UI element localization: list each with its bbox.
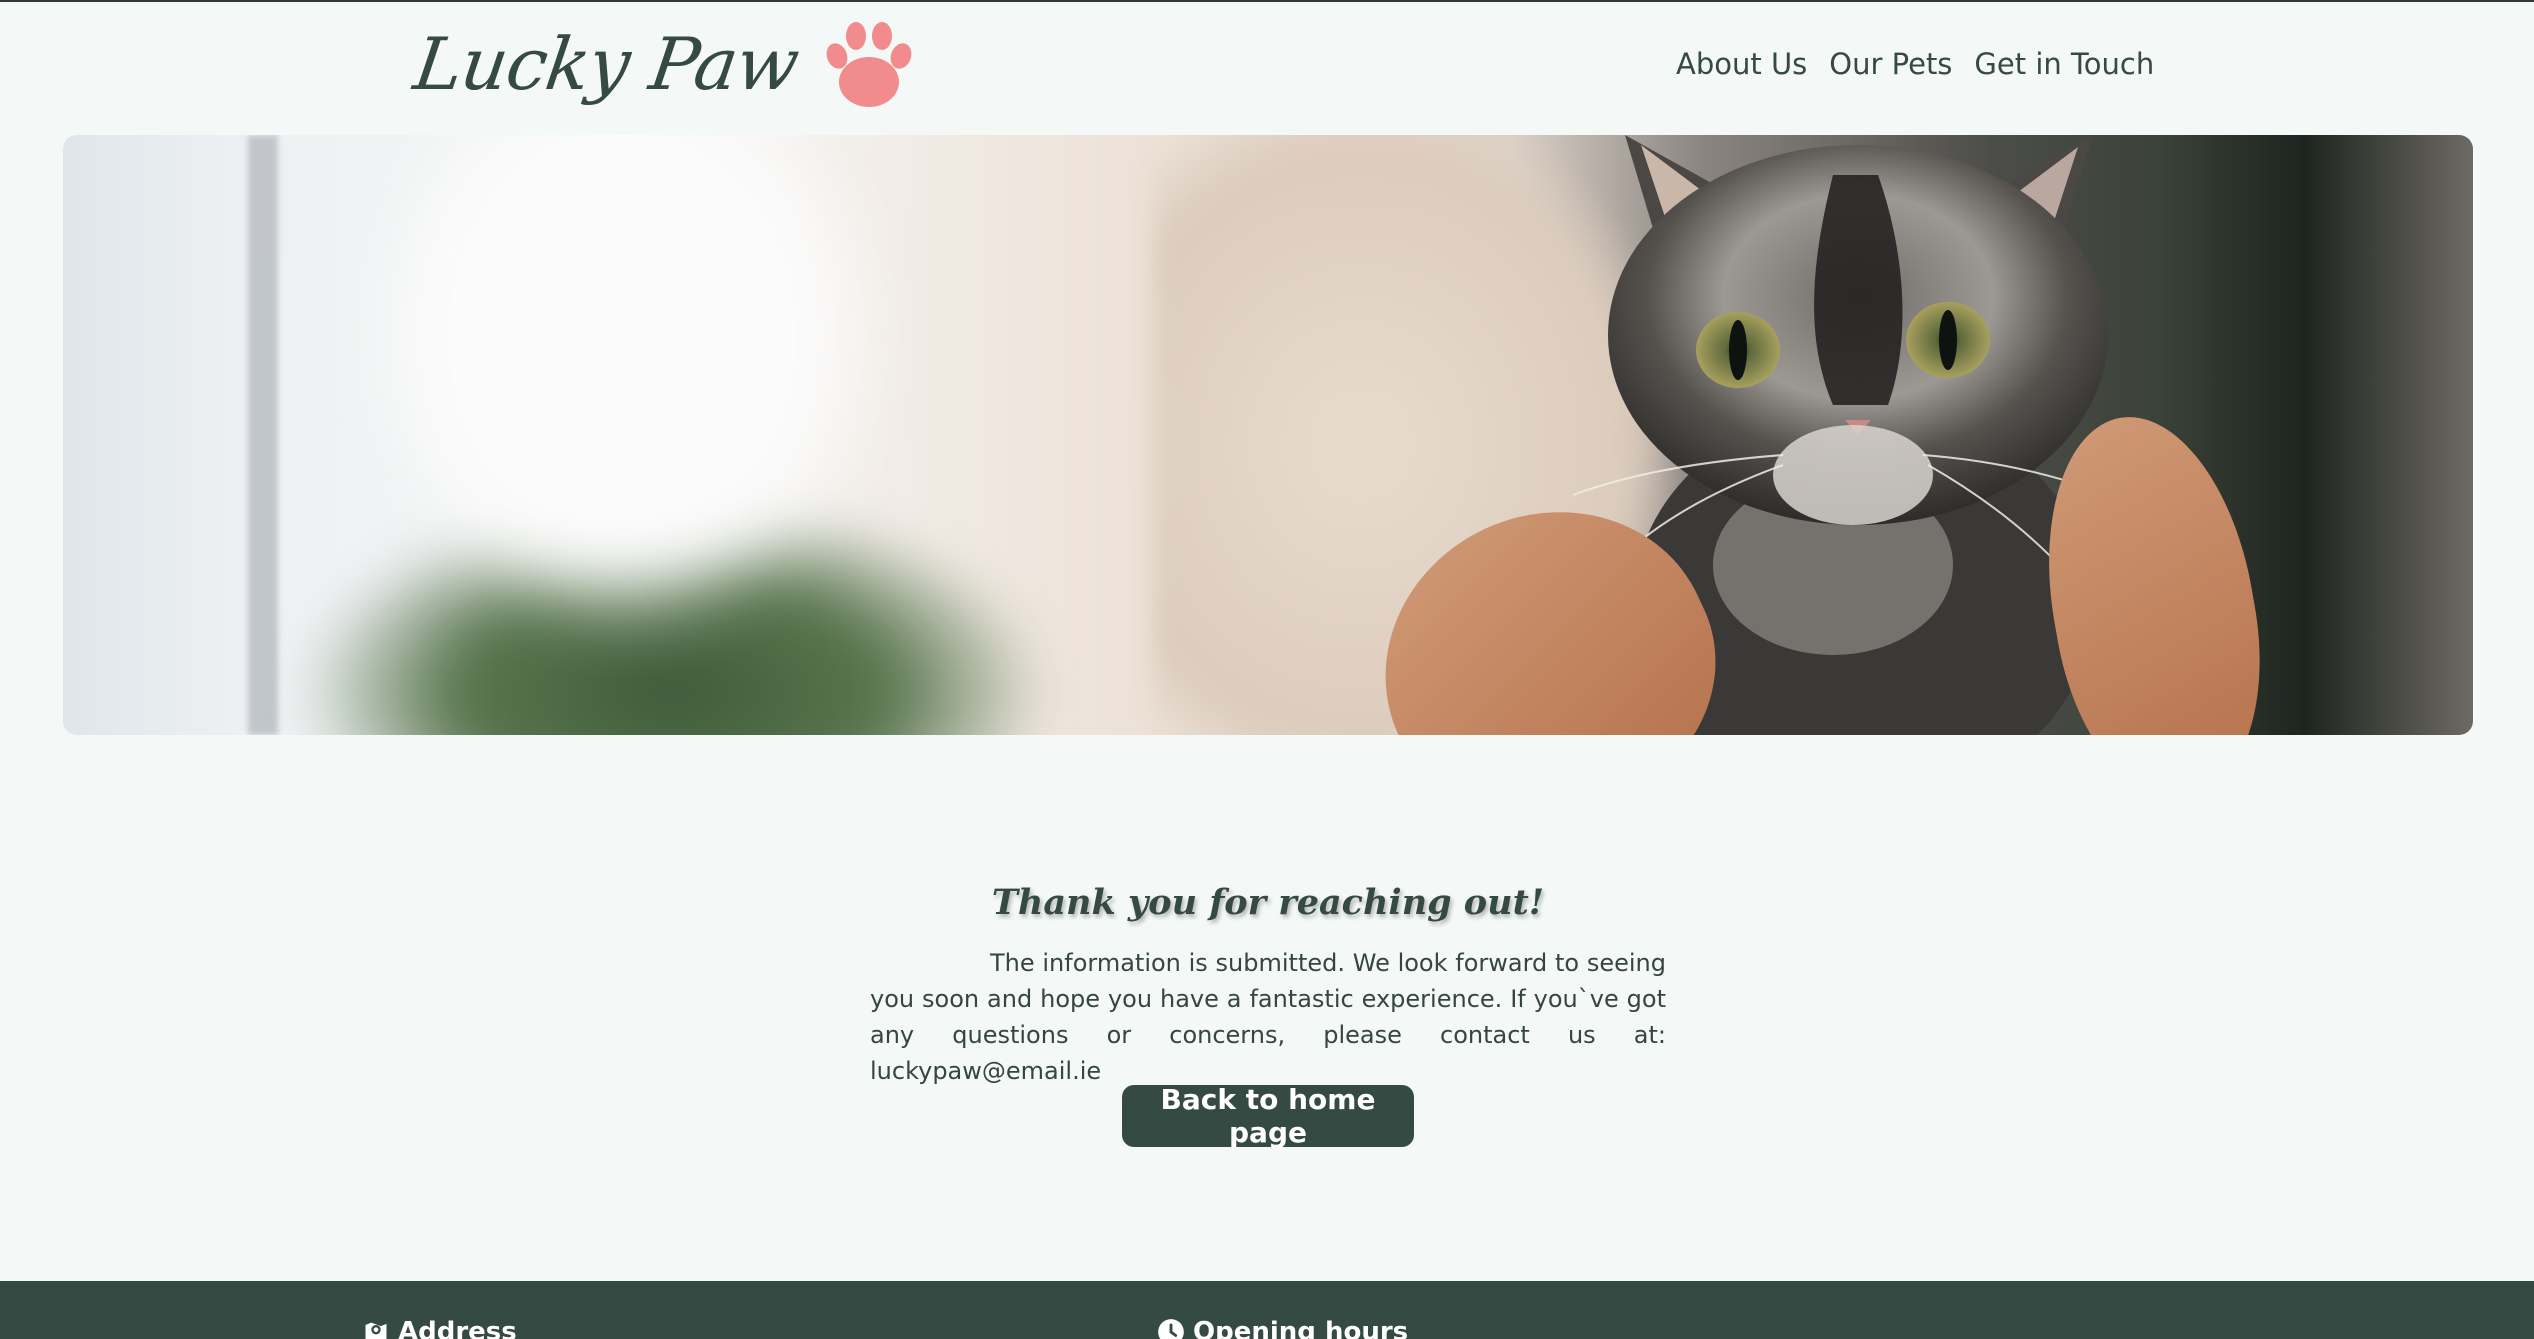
footer-hours-label: Opening hours <box>1193 1317 1409 1339</box>
footer-hours-heading: Opening hours <box>1157 1317 1408 1339</box>
logo-text: Lucky Paw <box>409 22 804 106</box>
thank-you-message: The information is submitted. We look fo… <box>870 949 1666 1085</box>
site-header: Lucky Paw About Us Our Pets Get in Touch <box>0 2 2534 132</box>
paw-icon <box>827 22 912 107</box>
site-footer: Address Opening hours <box>0 1281 2534 1339</box>
clock-icon <box>1158 1319 1184 1339</box>
footer-address-label: Address <box>398 1317 517 1339</box>
hero-image <box>63 135 2473 735</box>
nav-our-pets[interactable]: Our Pets <box>1829 42 1952 86</box>
nav-get-in-touch[interactable]: Get in Touch <box>1974 42 2154 86</box>
thank-you-heading: Thank you for reaching out! <box>991 882 1545 923</box>
map-pin-icon <box>365 1322 387 1339</box>
footer-address-heading: Address <box>362 1317 517 1339</box>
nav-about-us[interactable]: About Us <box>1676 42 1807 86</box>
logo-link[interactable]: Lucky Paw <box>409 14 919 114</box>
back-home-button[interactable]: Back to home page <box>1122 1083 1414 1149</box>
thank-you-section: Thank you for reaching out! The informat… <box>870 882 1666 1089</box>
main-nav: About Us Our Pets Get in Touch <box>1676 42 2154 86</box>
hero-window-frame <box>248 135 278 735</box>
